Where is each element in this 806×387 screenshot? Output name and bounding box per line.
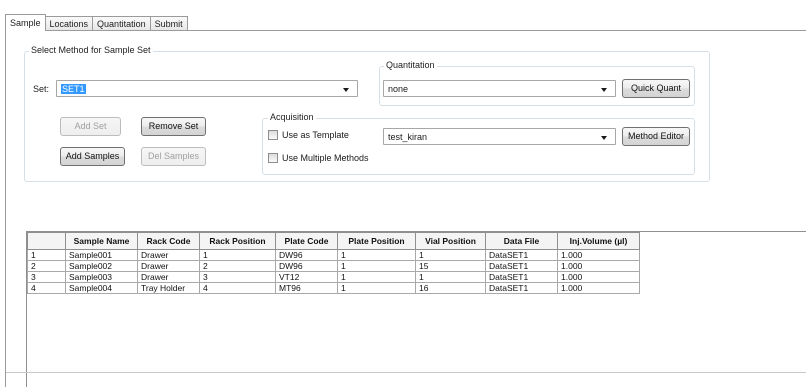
use-multiple-methods-label: Use Multiple Methods (282, 153, 369, 163)
table-cell[interactable]: 1 (337, 249, 416, 261)
column-header-inj-volume[interactable]: Inj.Volume (µl) (557, 232, 640, 250)
table-cell[interactable]: 3 (199, 271, 276, 283)
acquisition-label: Acquisition (268, 112, 316, 122)
table-cell[interactable]: Sample003 (65, 271, 138, 283)
table-row[interactable]: 2 Sample002 Drawer 2 DW96 1 15 DataSET1 … (27, 260, 640, 272)
table-row[interactable]: 3 Sample003 Drawer 3 VT12 1 1 DataSET1 1… (27, 271, 640, 283)
use-multiple-methods-checkbox[interactable]: Use Multiple Methods (268, 153, 369, 163)
set-label: Set: (33, 84, 50, 94)
table-cell[interactable]: Sample004 (65, 282, 138, 294)
table-cell[interactable]: Drawer (137, 249, 200, 261)
column-header-sample-name[interactable]: Sample Name (65, 232, 138, 250)
table-cell[interactable]: DataSET1 (485, 271, 558, 283)
chevron-down-icon[interactable] (343, 88, 349, 92)
chevron-down-icon[interactable] (601, 136, 607, 140)
table-cell[interactable]: 1 (337, 282, 416, 294)
quantitation-value: none (388, 84, 409, 94)
column-header-rack-code[interactable]: Rack Code (137, 232, 200, 250)
set-combobox[interactable]: SET1 (56, 80, 358, 97)
table-cell[interactable]: 16 (415, 282, 486, 294)
table-cell[interactable]: DataSET1 (485, 282, 558, 294)
table-cell[interactable]: 1 (337, 271, 416, 283)
use-as-template-label: Use as Template (282, 130, 349, 140)
column-header-plate-position[interactable]: Plate Position (337, 232, 416, 250)
add-samples-button[interactable]: Add Samples (60, 147, 125, 166)
use-as-template-checkbox[interactable]: Use as Template (268, 130, 349, 140)
table-cell[interactable]: 1 (415, 249, 486, 261)
column-header-data-file[interactable]: Data File (485, 232, 558, 250)
table-header-row: Sample Name Rack Code Rack Position Plat… (27, 232, 640, 250)
table-cell[interactable]: 1 (337, 260, 416, 272)
table-cell[interactable]: 1 (415, 271, 486, 283)
column-header-plate-code[interactable]: Plate Code (275, 232, 338, 250)
table-cell[interactable]: 2 (199, 260, 276, 272)
row-number[interactable]: 3 (27, 271, 66, 283)
method-editor-button[interactable]: Method Editor (622, 127, 690, 146)
table-cell[interactable]: 1.000 (557, 271, 640, 283)
set-value: SET1 (61, 84, 86, 94)
quick-quant-button[interactable]: Quick Quant (622, 79, 690, 98)
checkbox-icon[interactable] (268, 130, 278, 140)
table-cell[interactable]: 1.000 (557, 249, 640, 261)
table-row[interactable]: 1 Sample001 Drawer 1 DW96 1 1 DataSET1 1… (27, 249, 640, 261)
checkbox-icon[interactable] (268, 153, 278, 163)
quantitation-label: Quantitation (384, 60, 437, 70)
method-group-label: Select Method for Sample Set (29, 45, 153, 55)
table-cell[interactable]: 1 (199, 249, 276, 261)
table-cell[interactable]: 4 (199, 282, 276, 294)
tab-submit[interactable]: Submit (149, 16, 188, 31)
method-combobox[interactable]: test_kiran (383, 128, 616, 145)
table-cell[interactable]: Sample001 (65, 249, 138, 261)
table-cell[interactable]: DataSET1 (485, 249, 558, 261)
table-cell[interactable]: DW96 (275, 260, 338, 272)
quantitation-combobox[interactable]: none (383, 80, 616, 97)
tab-bar: Sample Locations Quantitation Submit (5, 14, 188, 31)
chevron-down-icon[interactable] (601, 88, 607, 92)
table-cell[interactable]: DataSET1 (485, 260, 558, 272)
column-header-vial-position[interactable]: Vial Position (415, 232, 486, 250)
table-row[interactable]: 4 Sample004 Tray Holder 4 MT96 1 16 Data… (27, 282, 640, 294)
table-cell[interactable]: 15 (415, 260, 486, 272)
table-cell[interactable]: 1.000 (557, 260, 640, 272)
table-cell[interactable]: MT96 (275, 282, 338, 294)
table-cell[interactable]: Sample002 (65, 260, 138, 272)
table-cell[interactable]: Tray Holder (137, 282, 200, 294)
tab-locations[interactable]: Locations (44, 16, 94, 31)
row-number[interactable]: 2 (27, 260, 66, 272)
sample-grid[interactable]: Sample Name Rack Code Rack Position Plat… (26, 231, 806, 387)
panel-divider (6, 372, 806, 373)
row-number[interactable]: 4 (27, 282, 66, 294)
method-value: test_kiran (388, 132, 428, 142)
column-header-rack-position[interactable]: Rack Position (199, 232, 276, 250)
table-cell[interactable]: Drawer (137, 271, 200, 283)
table-cell[interactable]: VT12 (275, 271, 338, 283)
del-samples-button[interactable]: Del Samples (141, 147, 206, 166)
sample-table: Sample Name Rack Code Rack Position Plat… (27, 232, 640, 294)
add-set-button[interactable]: Add Set (60, 117, 121, 136)
remove-set-button[interactable]: Remove Set (141, 117, 206, 136)
table-cell[interactable]: 1.000 (557, 282, 640, 294)
tab-quantitation[interactable]: Quantitation (92, 16, 151, 31)
table-cell[interactable]: DW96 (275, 249, 338, 261)
row-number[interactable]: 1 (27, 249, 66, 261)
tab-sample[interactable]: Sample (5, 14, 46, 31)
table-cell[interactable]: Drawer (137, 260, 200, 272)
sample-set-window: Sample Locations Quantitation Submit Sel… (0, 0, 806, 387)
column-header-corner[interactable] (27, 232, 66, 250)
